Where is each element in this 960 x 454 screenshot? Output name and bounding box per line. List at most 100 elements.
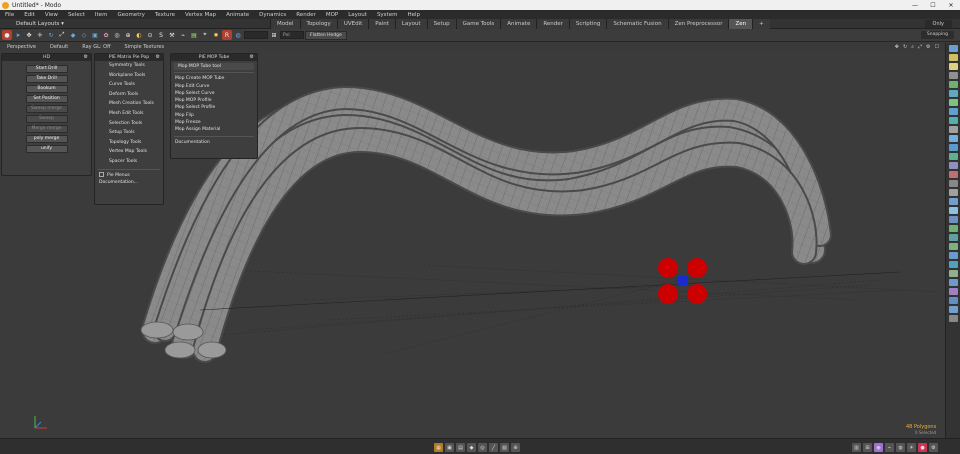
menu-mop[interactable]: MOP xyxy=(321,12,343,18)
only-toggle[interactable]: Only xyxy=(924,19,952,28)
tool-icon[interactable] xyxy=(948,135,958,142)
tool-icon[interactable] xyxy=(948,306,958,313)
view-type-dropdown[interactable]: Perspective xyxy=(0,44,43,50)
tool-icon[interactable] xyxy=(948,261,958,268)
3d-viewport[interactable]: HD ⚙ Start Drill Take Drill Bookum Set P… xyxy=(0,51,945,438)
transform-icon[interactable]: ✥ xyxy=(24,30,34,40)
falloff-icon[interactable]: ◐ xyxy=(134,30,144,40)
mop-tool-header-item[interactable]: Mop MOP Tube tool xyxy=(174,63,254,71)
tool-icon[interactable] xyxy=(948,108,958,115)
tab-scripting[interactable]: Scripting xyxy=(568,19,607,29)
tool-icon[interactable] xyxy=(948,153,958,160)
menu-layout[interactable]: Layout xyxy=(343,12,372,18)
maximize-view-icon[interactable]: ☐ xyxy=(935,44,939,50)
material-icon[interactable]: ◉ xyxy=(874,443,883,452)
mop-flip-item[interactable]: Mop Flip xyxy=(171,112,257,119)
menu-render[interactable]: Render xyxy=(291,12,321,18)
close-button[interactable]: ✕ xyxy=(942,2,960,9)
toolbar-field-2[interactable]: Pxl xyxy=(280,31,304,39)
merge-merge-button[interactable]: Merge merge xyxy=(25,125,68,133)
tab-schematic-fusion[interactable]: Schematic Fusion xyxy=(606,19,668,29)
maximize-button[interactable]: ☐ xyxy=(924,2,942,9)
tool-icon[interactable] xyxy=(948,99,958,106)
globe-icon[interactable]: ◍ xyxy=(233,30,243,40)
tool-icon[interactable] xyxy=(948,234,958,241)
menu-vertex-map[interactable]: Vertex Map xyxy=(180,12,221,18)
add-tab-button[interactable]: + xyxy=(752,19,770,29)
tool-icon[interactable] xyxy=(948,216,958,223)
tab-uvedit[interactable]: UVEdit xyxy=(336,19,369,29)
start-drill-button[interactable]: Start Drill xyxy=(25,65,68,73)
mop-assign-material-item[interactable]: Mop Assign Material xyxy=(171,126,257,133)
tool-icon[interactable] xyxy=(948,81,958,88)
tool-icon[interactable] xyxy=(948,297,958,304)
center-icon[interactable]: ⊙ xyxy=(145,30,155,40)
tool-icon[interactable] xyxy=(948,162,958,169)
gear-icon[interactable]: ⚙ xyxy=(250,54,254,61)
menu-item[interactable]: Item xyxy=(90,12,113,18)
tab-animate[interactable]: Animate xyxy=(500,19,537,29)
tool-icon[interactable] xyxy=(948,315,958,322)
wireframe-icon[interactable]: ▣ xyxy=(445,443,454,452)
tab-zen-preprocessor[interactable]: Zen Preprocessor xyxy=(667,19,729,29)
set-position-button[interactable]: Set Position xyxy=(25,95,68,103)
menu-view[interactable]: View xyxy=(40,12,63,18)
menu-system[interactable]: System xyxy=(372,12,403,18)
curve-handle[interactable] xyxy=(199,258,901,311)
mesh-icon[interactable] xyxy=(948,54,958,61)
texture-icon[interactable]: ▤ xyxy=(456,443,465,452)
polygon-icon[interactable]: ▧ xyxy=(500,443,509,452)
tool-icon[interactable] xyxy=(948,243,958,250)
tab-topology[interactable]: Topology xyxy=(299,19,337,29)
material-icon[interactable]: ✿ xyxy=(101,30,111,40)
pie-menus-toggle[interactable]: Pie Menus xyxy=(95,171,163,179)
tool-icon[interactable] xyxy=(948,90,958,97)
tool-icon[interactable] xyxy=(948,225,958,232)
item-mode-icon[interactable]: ◎ xyxy=(478,443,487,452)
globe-icon[interactable]: ◍ xyxy=(896,443,905,452)
snap-icon[interactable]: ⌁ xyxy=(178,30,188,40)
mop-create-tube-item[interactable]: Mop Create MOP Tube xyxy=(171,75,257,82)
vertex-icon[interactable]: ◆ xyxy=(68,30,78,40)
mop-profile-item[interactable]: Mop MOP Profile xyxy=(171,97,257,104)
minimize-button[interactable]: — xyxy=(906,2,924,9)
gear-icon[interactable]: ⚙ xyxy=(84,54,88,61)
tool-icon[interactable] xyxy=(948,126,958,133)
shading-dropdown[interactable]: Default xyxy=(43,44,75,50)
move-icon[interactable]: ✛ xyxy=(35,30,45,40)
layouts-dropdown[interactable]: Default Layouts ▾ xyxy=(16,21,66,27)
mop-select-profile-item[interactable]: Mop Select Profile xyxy=(171,104,257,111)
tool-icon[interactable] xyxy=(948,279,958,286)
mesh-creation-tools-item[interactable]: Mesh Creation Tools xyxy=(95,99,163,109)
textures-dropdown[interactable]: Simple Textures xyxy=(118,44,172,50)
scale-icon[interactable]: ⤢ xyxy=(57,30,67,40)
tab-zen[interactable]: Zen xyxy=(728,19,753,29)
element-icon[interactable]: ✸ xyxy=(211,30,221,40)
grid-icon[interactable]: ⊞ xyxy=(863,443,872,452)
deform-tools-item[interactable]: Deform Tools xyxy=(95,90,163,100)
topology-tools-item[interactable]: Topology Tools xyxy=(95,138,163,148)
edge-icon[interactable]: ╱ xyxy=(489,443,498,452)
action-center-icon[interactable]: ⌖ xyxy=(200,30,210,40)
sweep-button[interactable]: Sweep xyxy=(25,115,68,123)
record-macro-icon[interactable]: R xyxy=(222,30,232,40)
spacer-tools-item[interactable]: Spacer Tools xyxy=(95,157,163,167)
tab-model[interactable]: Model xyxy=(270,19,300,29)
flatten-hedge-button[interactable]: Flatten Hedge xyxy=(305,30,347,40)
tab-game-tools[interactable]: Game Tools xyxy=(455,19,501,29)
symmetry-icon[interactable]: S xyxy=(156,30,166,40)
tool-icon[interactable] xyxy=(948,198,958,205)
polygon-icon[interactable]: ▣ xyxy=(90,30,100,40)
vertex-icon[interactable]: ◆ xyxy=(467,443,476,452)
rotate-icon[interactable]: ↻ xyxy=(46,30,56,40)
camera-icon[interactable] xyxy=(948,72,958,79)
take-drill-button[interactable]: Take Drill xyxy=(25,75,68,83)
tab-layout[interactable]: Layout xyxy=(394,19,427,29)
menu-texture[interactable]: Texture xyxy=(150,12,180,18)
toolbar-field-1[interactable] xyxy=(244,31,268,39)
selection-tools-item[interactable]: Selection Tools xyxy=(95,119,163,129)
edge-icon[interactable]: ◇ xyxy=(79,30,89,40)
light-icon[interactable]: ☀ xyxy=(907,443,916,452)
fit-icon[interactable]: ⤢ xyxy=(918,44,922,50)
tool-icon[interactable] xyxy=(948,180,958,187)
